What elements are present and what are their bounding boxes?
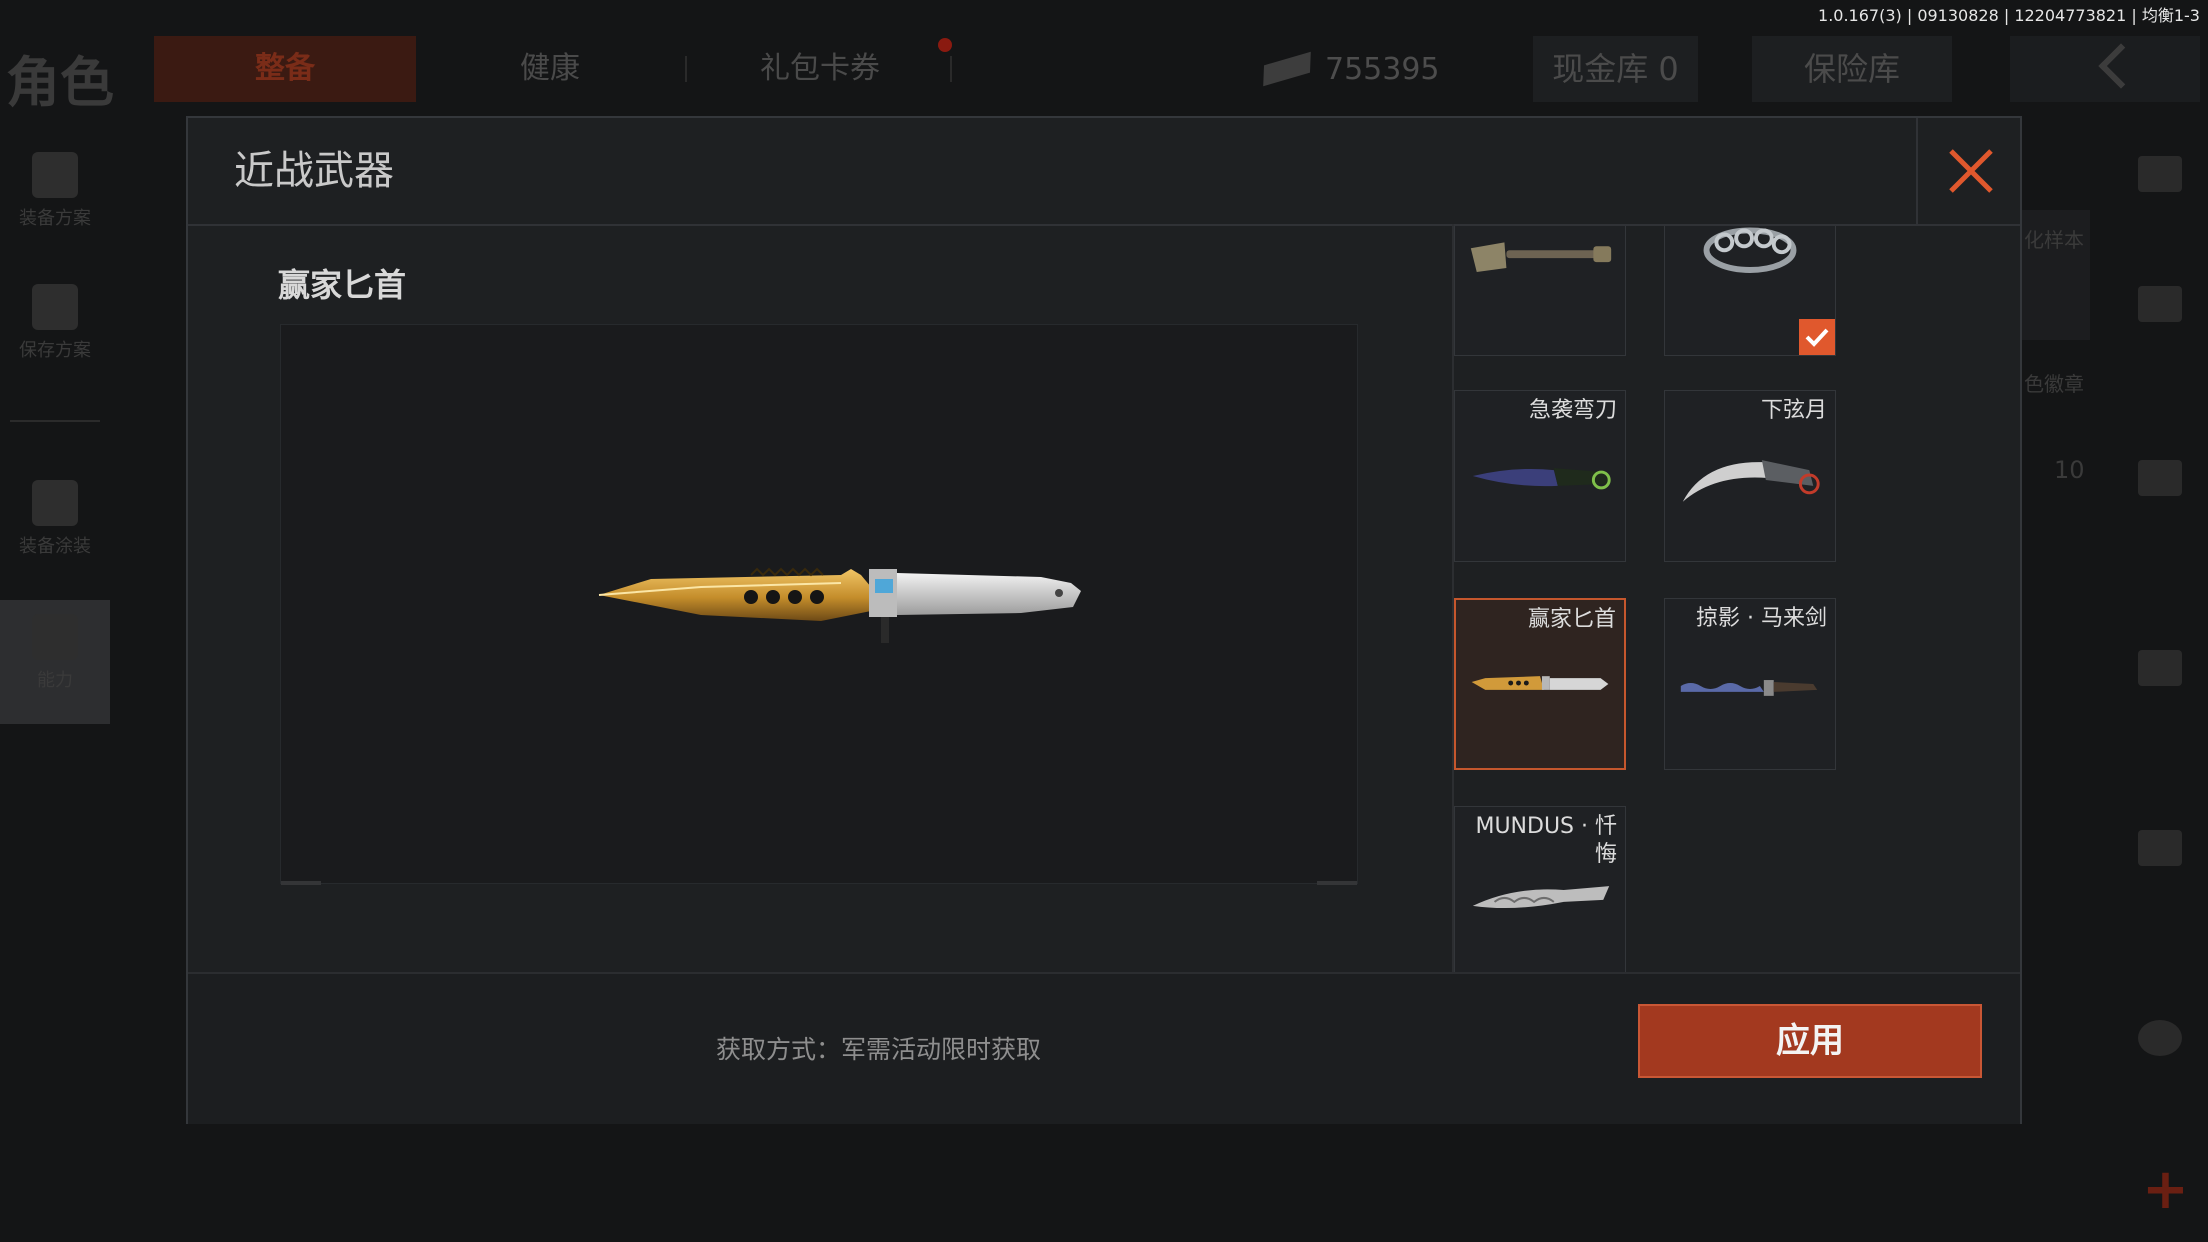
home-icon[interactable] bbox=[2138, 286, 2182, 322]
tab-divider bbox=[950, 56, 952, 82]
sidebar-item-label: 装备方案 bbox=[19, 208, 91, 229]
page-title: 角色 bbox=[6, 51, 114, 114]
side-label: 化样本 bbox=[2024, 228, 2084, 252]
sidebar-item-loadout[interactable]: 装备方案 bbox=[0, 152, 110, 230]
preview-weapon-name: 赢家匕首 bbox=[278, 266, 407, 304]
weapon-card-mundus-repentance[interactable]: MUNDUS · 忏悔 bbox=[1454, 806, 1626, 972]
tab-gift-coupons[interactable]: 礼包卡券 bbox=[720, 36, 920, 102]
back-button[interactable] bbox=[2010, 36, 2200, 102]
preview-corner bbox=[281, 881, 321, 885]
currency-value: 755395 bbox=[1325, 51, 1440, 87]
curved-knife-icon bbox=[1472, 468, 1611, 490]
helmet-icon bbox=[32, 480, 78, 526]
equipped-check-icon bbox=[1799, 319, 1835, 355]
gold-dagger-icon bbox=[1471, 676, 1609, 690]
chevron-left-icon bbox=[2098, 43, 2144, 89]
ticket-icon[interactable] bbox=[2138, 650, 2182, 686]
dialog-title: 近战武器 bbox=[234, 148, 394, 194]
lightning-icon bbox=[32, 614, 78, 660]
weapon-preview[interactable] bbox=[280, 324, 1358, 885]
top-bar: 角色 整备 健康 礼包卡券 755395 现金库 0 保险库 bbox=[0, 30, 2208, 114]
apply-button[interactable]: 应用 bbox=[1638, 1004, 1982, 1078]
download-icon bbox=[32, 284, 78, 330]
melee-weapon-dialog: 近战武器 赢家匕首 急袭弯刀 下弦月 赢家匕首 掠影 · 马来剑 MUNDUS … bbox=[186, 116, 2022, 1124]
tab-health[interactable]: 健康 bbox=[450, 36, 650, 102]
right-sidebar: + bbox=[2118, 140, 2208, 1240]
armor-vest-icon bbox=[32, 152, 78, 198]
weapon-card-raid-machete[interactable]: 急袭弯刀 bbox=[1454, 390, 1626, 562]
weapon-card-winner-dagger[interactable]: 赢家匕首 bbox=[1454, 598, 1626, 770]
kris-icon bbox=[1680, 680, 1818, 696]
dialog-header: 近战武器 bbox=[188, 118, 2020, 226]
sidebar-item-label: 保存方案 bbox=[19, 340, 91, 361]
close-icon bbox=[1949, 149, 1993, 193]
safe-box-button[interactable]: 保险库 bbox=[1752, 36, 1952, 102]
silver-blade-icon bbox=[1472, 886, 1610, 909]
weapon-card-shovel[interactable] bbox=[1454, 226, 1626, 356]
plus-icon[interactable]: + bbox=[2142, 1162, 2189, 1218]
sidebar-item-label: 装备涂装 bbox=[19, 536, 91, 557]
weapon-card-knuckles[interactable] bbox=[1664, 226, 1836, 356]
sidebar-item-abilities[interactable]: 能力 bbox=[0, 600, 110, 724]
close-button[interactable] bbox=[1916, 118, 2020, 224]
shovel-icon bbox=[1470, 242, 1612, 272]
sidebar-item-label: 能力 bbox=[37, 670, 73, 691]
preview-corner bbox=[1317, 881, 1357, 885]
version-info: 1.0.167(3) | 09130828 | 12204773821 | 均衡… bbox=[1818, 6, 2200, 25]
cash-vault-button[interactable]: 现金库 0 bbox=[1533, 36, 1698, 102]
weapon-grid: 急袭弯刀 下弦月 赢家匕首 掠影 · 马来剑 MUNDUS · 忏悔 bbox=[1454, 226, 2020, 972]
sidebar-item-skins[interactable]: 装备涂装 bbox=[0, 480, 110, 558]
weapon-card-waning-moon[interactable]: 下弦月 bbox=[1664, 390, 1836, 562]
notification-dot bbox=[938, 38, 952, 52]
obtain-method-text: 获取方式：军需活动限时获取 bbox=[716, 1035, 1042, 1064]
sidebar-item-save-loadout[interactable]: 保存方案 bbox=[0, 284, 110, 362]
stack-icon[interactable] bbox=[2138, 156, 2182, 192]
tab-equipment[interactable]: 整备 bbox=[154, 36, 416, 102]
wrench-icon[interactable] bbox=[2138, 460, 2182, 496]
side-label: 色徽章 bbox=[2024, 372, 2084, 396]
sidebar-divider bbox=[10, 420, 100, 422]
weapon-card-kris-sword[interactable]: 掠影 · 马来剑 bbox=[1664, 598, 1836, 770]
gold-dagger-render bbox=[598, 567, 1081, 643]
clock-icon[interactable] bbox=[2138, 1020, 2182, 1056]
map-icon[interactable] bbox=[2138, 830, 2182, 866]
tab-divider bbox=[685, 56, 687, 82]
cash-icon bbox=[1263, 51, 1311, 87]
dialog-footer: 获取方式：军需活动限时获取 应用 bbox=[188, 974, 2020, 1124]
side-count: 10 bbox=[2054, 456, 2085, 484]
currency-display: 755395 bbox=[1263, 36, 1455, 102]
karambit-icon bbox=[1682, 460, 1820, 502]
